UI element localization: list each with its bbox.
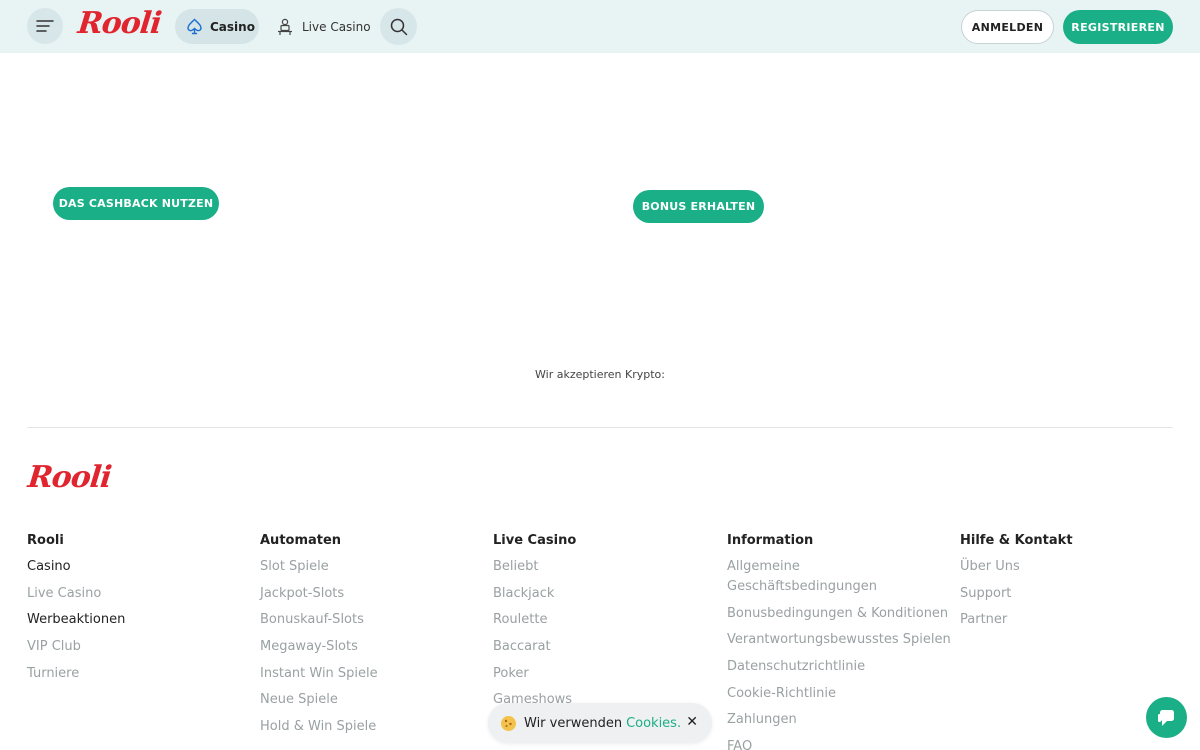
rooli-logo[interactable]: Rooli	[76, 6, 162, 41]
chat-button[interactable]	[1146, 697, 1187, 738]
footer-link[interactable]: Jackpot-Slots	[260, 584, 485, 604]
footer-column-title: Live Casino	[493, 533, 577, 548]
menu-button[interactable]	[27, 8, 63, 44]
cookie-icon	[501, 715, 516, 731]
crypto-accepted-text: Wir akzeptieren Krypto:	[535, 368, 665, 381]
top-header: Rooli Casino Live Casino ANMELDEN REGIST…	[0, 0, 1200, 53]
footer-link[interactable]: Allgemeine Geschäftsbedingungen	[727, 557, 952, 597]
nav-live-casino[interactable]: Live Casino	[276, 9, 371, 44]
footer-divider	[27, 427, 1173, 428]
search-icon	[390, 18, 407, 35]
footer-link[interactable]: Bonusbedingungen & Konditionen	[727, 604, 952, 624]
footer-column-title: Hilfe & Kontakt	[960, 533, 1073, 548]
register-button[interactable]: REGISTRIEREN	[1063, 10, 1173, 44]
login-button[interactable]: ANMELDEN	[961, 10, 1054, 44]
footer-link-casino[interactable]: Casino	[27, 557, 252, 577]
spade-icon	[187, 18, 202, 35]
bonus-button[interactable]: BONUS ERHALTEN	[633, 190, 764, 223]
footer-link[interactable]: Instant Win Spiele	[260, 664, 485, 684]
nav-casino-label: Casino	[210, 19, 255, 34]
close-icon[interactable]: ✕	[686, 714, 698, 730]
cookie-banner: Wir verwenden Cookies. ✕	[488, 703, 712, 743]
footer-link[interactable]: FAQ	[727, 737, 952, 750]
footer-link[interactable]: Cookie-Richtlinie	[727, 684, 952, 704]
cookies-link[interactable]: Cookies.	[626, 716, 681, 731]
footer-link[interactable]: Bonuskauf-Slots	[260, 610, 485, 630]
footer-link[interactable]: Blackjack	[493, 584, 718, 604]
nav-casino[interactable]: Casino	[175, 9, 259, 44]
chat-icon	[1157, 709, 1174, 726]
hamburger-icon	[36, 20, 54, 32]
footer-link[interactable]: Zahlungen	[727, 710, 952, 730]
footer-column-automaten: Automaten Slot Spiele Jackpot-Slots Bonu…	[260, 533, 485, 744]
nav-live-casino-label: Live Casino	[302, 19, 371, 34]
footer-link[interactable]: Baccarat	[493, 637, 718, 657]
search-button[interactable]	[380, 8, 417, 45]
footer-column-title: Rooli	[27, 533, 64, 548]
footer-rooli-logo[interactable]: Rooli	[26, 460, 112, 495]
cookie-text: Wir verwenden	[524, 715, 623, 731]
footer-link[interactable]: Megaway-Slots	[260, 637, 485, 657]
footer-link[interactable]: Datenschutzrichtlinie	[727, 657, 952, 677]
footer-link[interactable]: Hold & Win Spiele	[260, 717, 485, 737]
footer-link[interactable]: Roulette	[493, 610, 718, 630]
footer-link[interactable]: Über Uns	[960, 557, 1185, 577]
footer-column-hilfe-kontakt: Hilfe & Kontakt Über Uns Support Partner	[960, 533, 1185, 637]
footer-link-live-casino[interactable]: Live Casino	[27, 584, 252, 604]
footer-link-werbeaktionen[interactable]: Werbeaktionen	[27, 610, 252, 630]
footer-link[interactable]: Verantwortungsbewusstes Spielen	[727, 630, 952, 650]
footer-column-title: Information	[727, 533, 814, 548]
footer-link-vip-club[interactable]: VIP Club	[27, 637, 252, 657]
footer-link[interactable]: Neue Spiele	[260, 690, 485, 710]
footer-column-rooli: Rooli Casino Live Casino Werbeaktionen V…	[27, 533, 252, 690]
footer-link[interactable]: Beliebt	[493, 557, 718, 577]
footer-link[interactable]: Support	[960, 584, 1185, 604]
footer-link-turniere[interactable]: Turniere	[27, 664, 252, 684]
footer-column-information: Information Allgemeine Geschäftsbedingun…	[727, 533, 952, 750]
footer-column-title: Automaten	[260, 533, 342, 548]
footer-column-live-casino: Live Casino Beliebt Blackjack Roulette B…	[493, 533, 718, 717]
footer-link[interactable]: Partner	[960, 610, 1185, 630]
cashback-button[interactable]: DAS CASHBACK NUTZEN	[53, 187, 219, 220]
footer-link[interactable]: Slot Spiele	[260, 557, 485, 577]
dealer-icon	[278, 18, 292, 35]
footer-link[interactable]: Poker	[493, 664, 718, 684]
